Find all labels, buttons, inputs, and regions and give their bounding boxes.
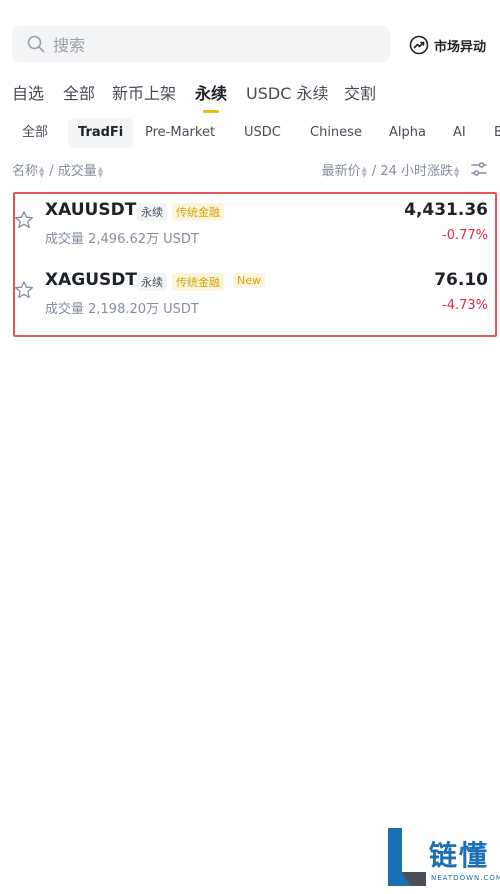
tab-perpetual[interactable]: 永续: [195, 80, 227, 104]
category-tag: 传统金融: [172, 273, 224, 291]
list-item[interactable]: XAGUSDT 永续 传统金融 New 成交量 2,198.20万 USDT 7…: [0, 266, 500, 328]
watermark-title: 链懂: [429, 839, 490, 872]
tab-new-listings[interactable]: 新币上架: [112, 80, 176, 104]
symbol: XAGUSDT: [45, 270, 137, 290]
star-icon[interactable]: [14, 210, 34, 230]
tab-watchlist[interactable]: 自选: [12, 80, 44, 104]
star-icon[interactable]: [14, 280, 34, 300]
tab-all[interactable]: 全部: [63, 80, 95, 104]
chip-pre-market[interactable]: Pre-Market: [145, 118, 215, 148]
type-tag: 永续: [137, 203, 167, 221]
sort-arrows-icon: ▲ ▼: [361, 164, 368, 179]
search-input[interactable]: 搜索: [53, 32, 85, 56]
sort-change-24h[interactable]: 24 小时涨跌: [380, 164, 453, 179]
chip-chinese[interactable]: Chinese: [310, 118, 362, 148]
chip-tradfi[interactable]: TradFi: [68, 118, 134, 148]
chip-more[interactable]: B: [494, 118, 500, 148]
sort-right-group: 最新价▲ ▼ / 24 小时涨跌▲ ▼: [322, 160, 460, 179]
sort-arrows-icon: ▲ ▼: [454, 164, 460, 179]
sort-row: 名称▲ ▼ / 成交量▲ ▼ 最新价▲ ▼ / 24 小时涨跌▲ ▼: [0, 158, 500, 180]
change-percent: -0.77%: [442, 228, 488, 243]
tab-usdc-perpetual[interactable]: USDC 永续: [246, 80, 328, 104]
chip-alpha[interactable]: Alpha: [389, 118, 426, 148]
list-item[interactable]: XAUUSDT 永续 传统金融 成交量 2,496.62万 USDT 4,431…: [0, 196, 500, 258]
trend-icon: [409, 35, 429, 55]
sort-volume[interactable]: 成交量: [58, 164, 97, 179]
sort-arrows-icon: ▲ ▼: [97, 164, 104, 179]
last-price: 76.10: [434, 270, 488, 290]
category-tag: 传统金融: [172, 203, 224, 221]
sort-name[interactable]: 名称: [12, 164, 38, 179]
chip-ai[interactable]: AI: [453, 118, 466, 148]
market-movers-button[interactable]: 市场异动: [409, 34, 486, 56]
search-icon: [27, 35, 45, 53]
category-chips: 全部 TradFi Pre-Market USDC Chinese Alpha …: [0, 118, 500, 148]
sort-separator: /: [49, 164, 54, 179]
sort-left-group: 名称▲ ▼ / 成交量▲ ▼: [12, 160, 104, 179]
last-price: 4,431.36: [404, 200, 488, 220]
chip-usdc[interactable]: USDC: [244, 118, 281, 148]
chip-all[interactable]: 全部: [22, 118, 48, 148]
active-tab-indicator: [203, 110, 219, 113]
volume-text: 成交量 2,496.62万 USDT: [45, 232, 199, 247]
tab-delivery[interactable]: 交割: [344, 80, 376, 104]
type-tag: 永续: [137, 273, 167, 291]
symbol: XAUUSDT: [45, 200, 137, 220]
new-tag: New: [233, 273, 265, 288]
change-percent: -4.73%: [442, 298, 488, 313]
sort-separator: /: [371, 164, 377, 179]
watermark-logo-icon: [388, 828, 426, 886]
search-bar[interactable]: 搜索: [12, 26, 390, 62]
sort-last-price[interactable]: 最新价: [322, 164, 361, 179]
watermark-subtitle: NEATDOWN.COM: [431, 874, 500, 882]
market-movers-label: 市场异动: [434, 39, 487, 55]
sort-arrows-icon: ▲ ▼: [39, 164, 45, 179]
filter-settings-icon[interactable]: [470, 160, 488, 178]
volume-text: 成交量 2,198.20万 USDT: [45, 302, 199, 317]
